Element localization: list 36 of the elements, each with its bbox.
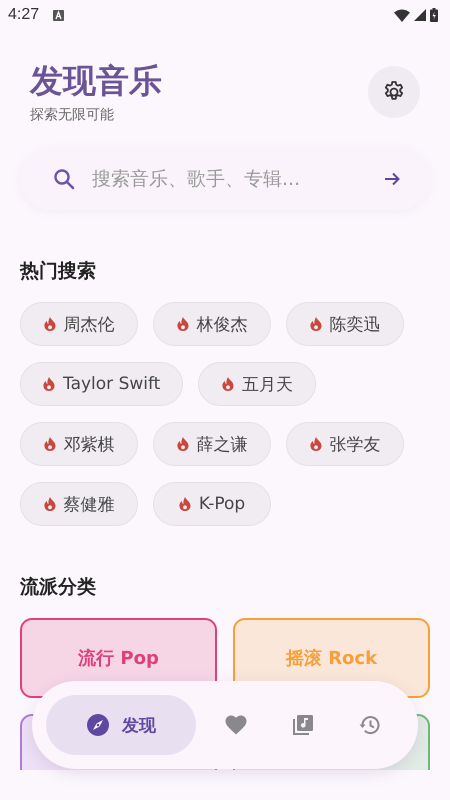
music-library-icon (290, 713, 315, 737)
notification-icon (53, 10, 64, 20)
search-chip[interactable]: K-Pop (153, 482, 271, 526)
status-time: 4:27 (8, 6, 40, 24)
search-chip[interactable]: 薛之谦 (153, 422, 271, 466)
page-title: 发现音乐 (30, 60, 162, 102)
flame-icon (44, 437, 56, 451)
wifi-icon (394, 8, 410, 22)
search-icon (52, 167, 76, 191)
flame-icon (44, 317, 56, 331)
flame-icon (176, 317, 188, 331)
search-chip[interactable]: 张学友 (286, 422, 404, 466)
search-chip[interactable]: 邓紫棋 (20, 422, 138, 466)
compass-icon (86, 713, 110, 737)
search-chip[interactable]: 蔡健雅 (20, 482, 138, 526)
flame-icon (44, 497, 56, 511)
flame-icon (176, 437, 188, 451)
section-heading: 热门搜索 (20, 259, 97, 284)
search-chip[interactable]: 陈奕迅 (286, 302, 404, 346)
section-heading: 流派分类 (20, 575, 97, 600)
flame-icon (310, 437, 322, 451)
page-subtitle: 探索无限可能 (30, 106, 115, 124)
nav-tab[interactable]: 发现 (46, 695, 196, 755)
signal-icon (414, 9, 426, 21)
flame-icon (178, 497, 191, 511)
history-icon (358, 713, 382, 737)
search-chip[interactable]: Taylor Swift (20, 362, 184, 406)
flame-icon (43, 377, 55, 391)
search-chip[interactable]: 周杰伦 (20, 302, 138, 346)
battery-icon (430, 8, 438, 22)
search-chip[interactable]: 林俊杰 (153, 302, 271, 346)
heart-icon (224, 713, 248, 737)
flame-icon (310, 317, 322, 331)
search-chip[interactable]: 五月天 (198, 362, 316, 406)
search-field[interactable]: 搜索音乐、歌手、专辑... (92, 168, 366, 190)
flame-icon (222, 377, 234, 391)
